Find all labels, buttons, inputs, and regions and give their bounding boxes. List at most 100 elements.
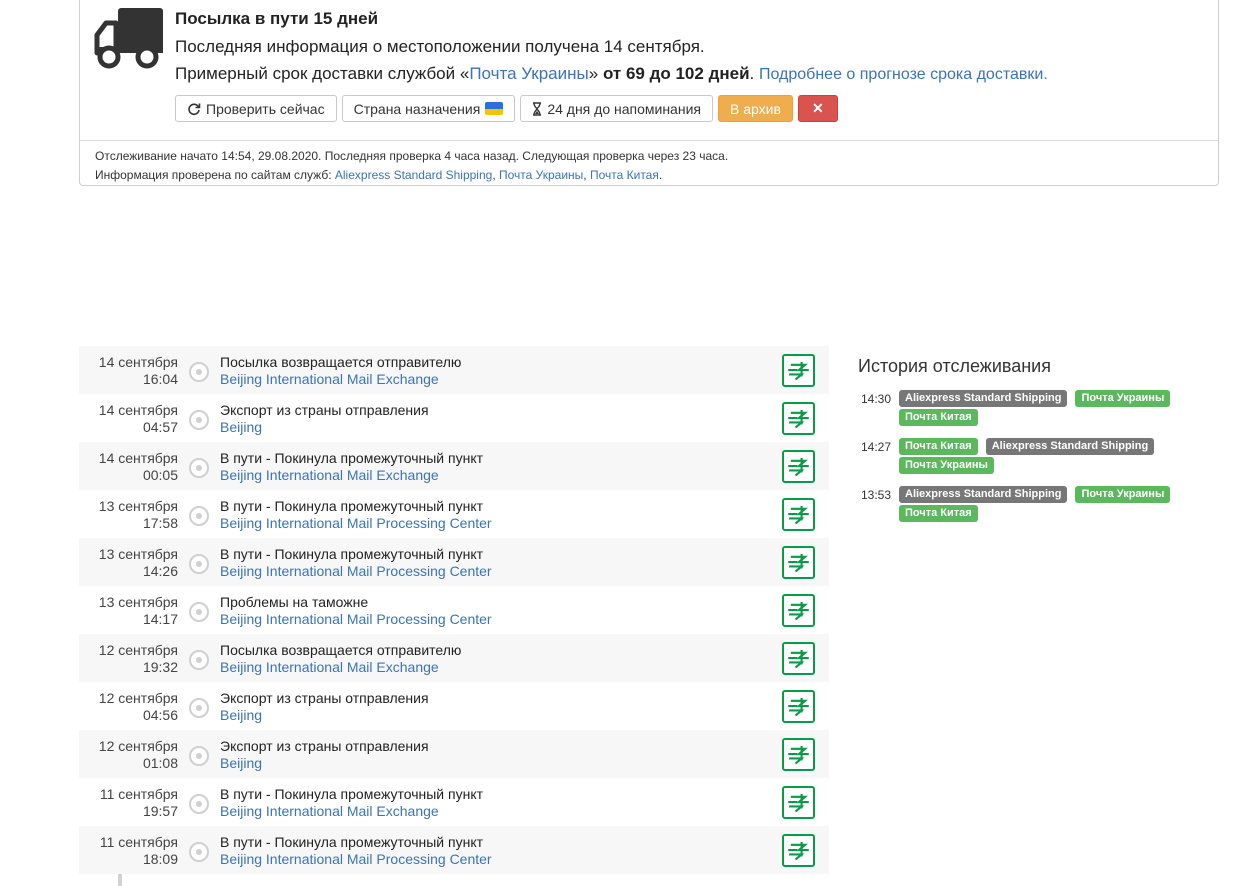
archive-button[interactable]: В архив: [717, 95, 793, 122]
tracking-timeline: 14 сентября 16:04 Посылка возвращается отп…: [79, 346, 829, 874]
event-location: Beijing International Mail Exchange: [220, 803, 439, 819]
event-date: 12 сентября: [98, 642, 178, 658]
event-details: Посылка возвращается отправителю Beijing …: [220, 354, 461, 388]
event-time: 17:58: [142, 515, 178, 531]
timeline-row: 11 сентября 19:57 В пути - Покинула промеж…: [79, 778, 829, 826]
event-details: В пути - Покинула промежуточный пункт Bei…: [220, 450, 483, 484]
hourglass-icon: [533, 101, 542, 116]
event-description: Экспорт из страны отправления: [220, 690, 429, 706]
timeline-dot-icon: [189, 746, 209, 766]
event-time: 01:08: [142, 755, 178, 771]
checked-services-prefix: Информация проверена по сайтам служб:: [95, 168, 335, 182]
event-datetime: 13 сентября 14:17: [79, 594, 178, 628]
timeline-row: 14 сентября 16:04 Посылка возвращается отп…: [79, 346, 829, 394]
event-date: 14 сентября: [98, 402, 178, 418]
event-datetime: 14 сентября 04:57: [79, 402, 178, 436]
event-datetime: 11 сентября 18:09: [79, 834, 178, 868]
event-date: 13 сентября: [98, 498, 178, 514]
china-post-icon: [782, 642, 815, 675]
timeline-dot-icon: [189, 842, 209, 862]
timeline-row: 12 сентября 01:08 Экспорт из страны отправ…: [79, 730, 829, 778]
event-date: 13 сентября: [98, 594, 178, 610]
event-date: 12 сентября: [98, 690, 178, 706]
event-datetime: 12 сентября 01:08: [79, 738, 178, 772]
timeline-dot-icon: [189, 458, 209, 478]
reminder-button[interactable]: 24 дня до напоминания: [520, 95, 713, 122]
china-post-icon: [782, 594, 815, 627]
estimate-suffix: »: [588, 64, 599, 83]
last-info-text: Последняя информация о местоположении по…: [175, 37, 705, 56]
china-post-icon: [782, 690, 815, 723]
history-entries: 14:30 Aliexpress Standard Shipping Почта У…: [858, 390, 1198, 526]
china-post-icon: [782, 450, 815, 483]
action-buttons: Проверить сейчас Страна назначения 24 дн…: [175, 95, 838, 122]
timeline-row: 13 сентября 14:17 Проблемы на таможне Beiji…: [79, 586, 829, 634]
event-details: Проблемы на таможне Beijing International…: [220, 594, 492, 628]
tracking-status-panel: Посылка в пути 15 дней Последняя информа…: [79, 0, 1219, 186]
event-datetime: 14 сентября 00:05: [79, 450, 178, 484]
event-location: Beijing International Mail Processing Ce…: [220, 515, 492, 531]
checked-services-text: Информация проверена по сайтам служб: Al…: [95, 168, 663, 182]
timeline-dot-icon: [189, 410, 209, 430]
event-location: Beijing International Mail Exchange: [220, 467, 439, 483]
ukraine-flag-icon: [485, 102, 504, 115]
remove-button[interactable]: ✕: [797, 95, 838, 122]
timeline-row: 12 сентября 04:56 Экспорт из страны отправ…: [79, 682, 829, 730]
event-location: Beijing: [220, 707, 263, 723]
event-description: Проблемы на таможне: [220, 594, 369, 610]
service-tag: Почта Украины: [1075, 390, 1171, 407]
tracking-history: История отслеживания 14:30 Aliexpress Sta…: [858, 356, 1198, 534]
timeline-dot-icon: [189, 650, 209, 670]
event-date: 11 сентября: [99, 786, 178, 802]
event-date: 13 сентября: [98, 546, 178, 562]
timeline-row: 13 сентября 14:26 В пути - Покинула промеж…: [79, 538, 829, 586]
estimate-service-link[interactable]: Почта Украины: [469, 64, 588, 83]
china-post-icon: [782, 786, 815, 819]
event-description: В пути - Покинула промежуточный пункт: [220, 834, 484, 850]
event-time: 00:05: [142, 467, 178, 483]
truck-icon: [94, 8, 163, 69]
destination-label: Страна назначения: [353, 100, 481, 117]
china-post-icon: [782, 834, 815, 867]
service-link-aliexpress[interactable]: Aliexpress Standard Shipping: [335, 168, 492, 182]
event-location: Beijing International Mail Exchange: [220, 659, 439, 675]
event-location: Beijing International Mail Processing Ce…: [220, 611, 492, 627]
destination-country-button[interactable]: Страна назначения: [341, 95, 516, 122]
check-now-button[interactable]: Проверить сейчас: [175, 95, 337, 122]
service-link-ukrposhta[interactable]: Почта Украины: [499, 168, 583, 182]
event-details: В пути - Покинула промежуточный пункт Bei…: [220, 834, 492, 868]
timeline-dot-icon: [189, 554, 209, 574]
service-link-china-post[interactable]: Почта Китая: [590, 168, 659, 182]
china-post-icon: [782, 498, 815, 531]
event-datetime: 13 сентября 17:58: [79, 498, 178, 532]
event-time: 16:04: [142, 371, 178, 387]
status-title: Посылка в пути 15 дней: [175, 9, 379, 28]
event-date: 11 сентября: [99, 834, 178, 850]
timeline-row: 13 сентября 17:58 В пути - Покинула промеж…: [79, 490, 829, 538]
service-tag: Почта Украины: [1075, 486, 1171, 503]
event-time: 04:56: [142, 707, 178, 723]
history-time: 14:27: [861, 440, 892, 454]
event-details: Экспорт из страны отправления Beijing: [220, 402, 429, 436]
event-datetime: 12 сентября 04:56: [79, 690, 178, 724]
timeline-dot-icon: [189, 698, 209, 718]
event-description: Экспорт из страны отправления: [220, 738, 429, 754]
event-location: Beijing: [220, 419, 263, 435]
history-time: 14:30: [861, 392, 892, 406]
timeline-row: 14 сентября 04:57 Экспорт из страны отправ…: [79, 394, 829, 442]
china-post-icon: [782, 402, 815, 435]
estimate-range: от 69 до 102 дней: [602, 64, 750, 83]
event-details: Экспорт из страны отправления Beijing: [220, 738, 429, 772]
timeline-dot-icon: [189, 602, 209, 622]
service-tag: Почта Китая: [899, 409, 978, 426]
service-tag: Aliexpress Standard Shipping: [899, 390, 1068, 407]
check-now-label: Проверить сейчас: [206, 100, 325, 117]
status-main: Посылка в пути 15 дней Последняя информа…: [80, 0, 1218, 141]
close-icon: ✕: [812, 100, 824, 116]
event-date: 14 сентября: [98, 354, 178, 370]
history-tags: Aliexpress Standard Shipping Почта Украин…: [899, 486, 1189, 522]
history-entry: 13:53 Aliexpress Standard Shipping Почта У…: [858, 486, 1198, 526]
delivery-estimate: Примерный срок доставки службой «Почта У…: [175, 64, 1048, 83]
event-details: В пути - Покинула промежуточный пункт Bei…: [220, 498, 492, 532]
estimate-details-link[interactable]: Подробнее о прогнозе срока доставки.: [759, 66, 1048, 83]
